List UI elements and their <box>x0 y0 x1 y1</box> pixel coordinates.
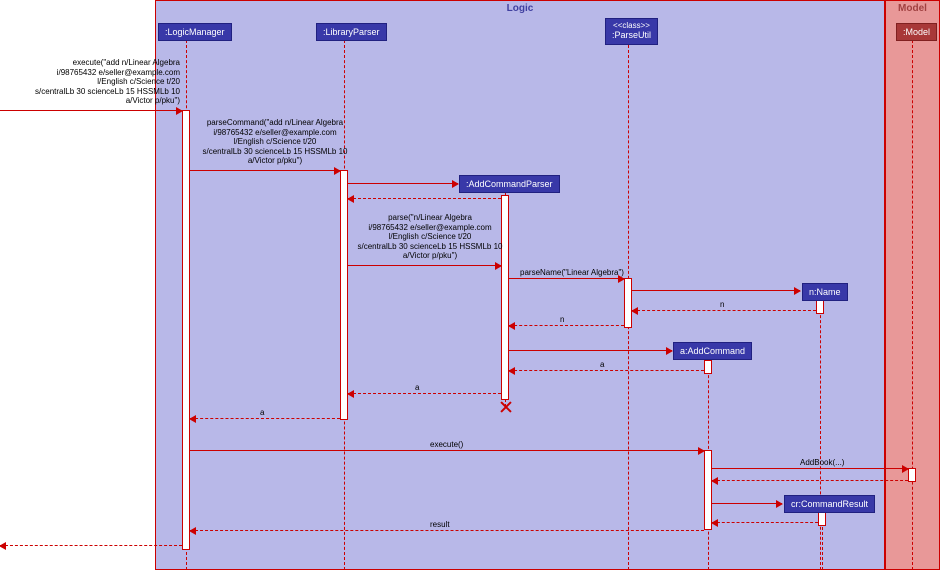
lifeline-model <box>912 40 913 570</box>
activation-logic-manager <box>182 110 190 550</box>
parse-util-name: :ParseUtil <box>612 30 651 40</box>
activation-command-result <box>818 512 826 526</box>
arrow-a-return2 <box>348 393 501 394</box>
msg-parse: parse("n/Linear Algebrai/98765432 e/sell… <box>350 213 510 261</box>
participant-model: :Model <box>896 23 937 41</box>
arrow-parse-command <box>190 170 340 171</box>
msg-a-return3: a <box>260 408 264 417</box>
msg-result: result <box>430 520 450 529</box>
arrow-create-acp-return <box>348 198 501 199</box>
msg-add-book: AddBook(...) <box>800 458 844 467</box>
msg-n-return2: n <box>560 315 564 324</box>
arrow-final-return <box>0 545 182 546</box>
logic-frame: Logic <box>155 0 885 570</box>
participant-add-command-parser: :AddCommandParser <box>459 175 560 193</box>
arrow-parse <box>348 265 501 266</box>
arrow-a-return3 <box>190 418 340 419</box>
msg-a-return1: a <box>600 360 604 369</box>
destroy-icon <box>498 400 512 414</box>
msg-execute-call: execute() <box>430 440 463 449</box>
arrow-create-add-command <box>509 350 672 351</box>
arrow-add-book <box>712 468 908 469</box>
arrow-parse-name <box>509 278 624 279</box>
participant-parse-util: <<class>>:ParseUtil <box>605 18 658 45</box>
arrow-execute-in <box>0 110 182 111</box>
activation-add-command <box>704 360 712 374</box>
arrow-create-name <box>632 290 800 291</box>
participant-command-result: cr:CommandResult <box>784 495 875 513</box>
msg-parse-name: parseName("Linear Algebra") <box>520 268 624 277</box>
participant-add-command: a:AddCommand <box>673 342 752 360</box>
participant-logic-manager: :LogicManager <box>158 23 232 41</box>
arrow-n-return2 <box>509 325 624 326</box>
participant-library-parser: :LibraryParser <box>316 23 387 41</box>
msg-parse-command: parseCommand("add n/Linear Algebrai/9876… <box>195 118 355 166</box>
arrow-create-cr <box>712 503 782 504</box>
logic-frame-label: Logic <box>507 3 534 14</box>
msg-a-return2: a <box>415 383 419 392</box>
arrow-create-acp <box>348 183 458 184</box>
arrow-cr-return <box>712 522 818 523</box>
activation-library-parser <box>340 170 348 420</box>
arrow-execute-call <box>190 450 704 451</box>
arrow-a-return1 <box>509 370 704 371</box>
msg-execute: execute("add n/Linear Algebrai/98765432 … <box>32 58 180 106</box>
lifeline-name <box>820 300 821 570</box>
activation-add-command-2 <box>704 450 712 530</box>
activation-parse-util <box>624 278 632 328</box>
arrow-result <box>190 530 704 531</box>
msg-n-return1: n <box>720 300 724 309</box>
arrow-name-return <box>632 310 816 311</box>
activation-name <box>816 300 824 314</box>
activation-model <box>908 468 916 482</box>
participant-name: n:Name <box>802 283 848 301</box>
arrow-add-book-return <box>712 480 908 481</box>
model-frame-label: Model <box>898 3 927 14</box>
